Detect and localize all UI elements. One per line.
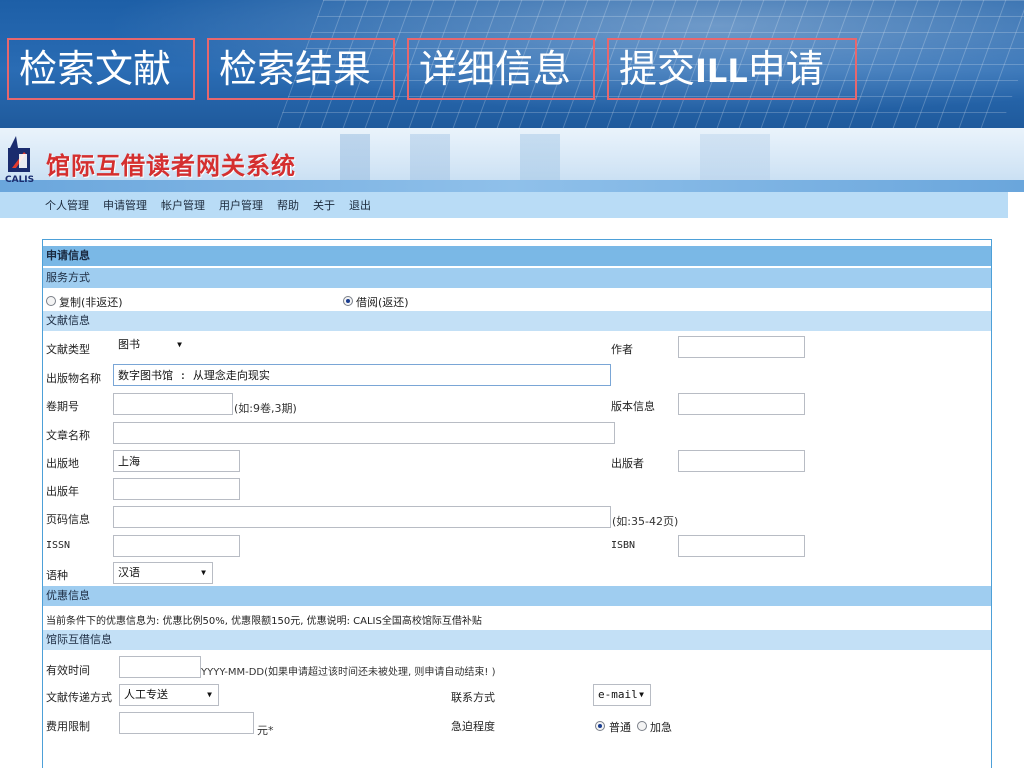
nav-personal[interactable]: 个人管理	[45, 197, 89, 213]
fee-unit: 元*	[257, 724, 274, 737]
edition-label: 版本信息	[611, 400, 655, 413]
fee-label: 费用限制	[46, 720, 90, 733]
place-label: 出版地	[46, 457, 79, 470]
pub-title-label: 出版物名称	[46, 372, 101, 385]
pages-hint: (如:35-42页)	[612, 515, 679, 528]
volume-input[interactable]	[113, 393, 233, 415]
nav-account[interactable]: 帐户管理	[161, 197, 205, 213]
pages-input[interactable]	[113, 506, 611, 528]
radio-copy[interactable]	[46, 296, 56, 306]
issn-input[interactable]	[113, 535, 240, 557]
pages-label: 页码信息	[46, 513, 90, 526]
article-input[interactable]	[113, 422, 615, 444]
section-request-info: 申请信息	[43, 246, 991, 266]
volume-hint: (如:9卷,3期)	[234, 402, 297, 415]
slide-banner: 检索文献 检索结果 详细信息 提交ILL申请	[0, 0, 1024, 128]
year-input[interactable]	[113, 478, 240, 500]
language-select[interactable]: 汉语 ▼	[113, 562, 213, 584]
contact-select[interactable]: e-mail ▼	[593, 684, 651, 706]
nav-requests[interactable]: 申请管理	[103, 197, 147, 213]
section-ill-info: 馆际互借信息	[43, 630, 991, 650]
place-input[interactable]	[113, 450, 240, 472]
radio-loan-label: 借阅(返还)	[356, 296, 409, 309]
chevron-down-icon: ▼	[201, 568, 206, 577]
valid-time-label: 有效时间	[46, 664, 90, 677]
pub-title-input[interactable]	[113, 364, 611, 386]
delivery-select[interactable]: 人工专送 ▼	[119, 684, 219, 706]
chevron-down-icon: ▼	[207, 690, 212, 699]
publisher-label: 出版者	[611, 457, 644, 470]
nav-users[interactable]: 用户管理	[219, 197, 263, 213]
request-form-panel: 申请信息 服务方式 复制(非返还) 借阅(返还) 文献信息 文献类型 图书 ▼ …	[42, 239, 992, 768]
isbn-label: ISBN	[611, 540, 636, 551]
urgency-label: 急迫程度	[451, 720, 495, 733]
valid-time-hint: YYYY-MM-DD(如果申请超过该时间还未被处理, 则申请自动结束! )	[201, 667, 496, 678]
valid-time-input[interactable]	[119, 656, 201, 678]
nav-about[interactable]: 关于	[313, 197, 335, 213]
doc-type-label: 文献类型	[46, 343, 90, 356]
app-title: 馆际互借读者网关系统	[46, 152, 296, 180]
banner-step-results: 检索结果	[207, 38, 395, 100]
contact-label: 联系方式	[451, 691, 495, 704]
fee-input[interactable]	[119, 712, 254, 734]
doc-type-select[interactable]: 图书 ▼	[113, 334, 189, 356]
isbn-input[interactable]	[678, 535, 805, 557]
urgency-urgent-label: 加急	[650, 721, 672, 734]
publisher-input[interactable]	[678, 450, 805, 472]
edition-input[interactable]	[678, 393, 805, 415]
discount-text: 当前条件下的优惠信息为: 优惠比例50%, 优惠限额150元, 优惠说明: CA…	[46, 616, 482, 627]
banner-step-details: 详细信息	[407, 38, 595, 100]
radio-copy-label: 复制(非返还)	[59, 296, 123, 309]
banner-step-submit-ill: 提交ILL申请	[607, 38, 857, 100]
delivery-label: 文献传递方式	[46, 691, 112, 704]
section-service-method: 服务方式	[43, 268, 991, 288]
chevron-down-icon: ▼	[177, 340, 182, 349]
year-label: 出版年	[46, 485, 79, 498]
radio-urgency-urgent[interactable]	[637, 721, 647, 731]
urgency-normal-label: 普通	[609, 721, 631, 734]
language-label: 语种	[46, 569, 68, 582]
volume-label: 卷期号	[46, 400, 79, 413]
article-label: 文章名称	[46, 429, 90, 442]
nav-logout[interactable]: 退出	[349, 197, 371, 213]
section-document-info: 文献信息	[43, 311, 991, 331]
radio-urgency-normal[interactable]	[595, 721, 605, 731]
issn-label: ISSN	[46, 540, 71, 551]
main-nav: 个人管理 申请管理 帐户管理 用户管理 帮助 关于 退出	[0, 192, 1008, 218]
logo-text: CALIS	[5, 175, 35, 185]
author-label: 作者	[611, 343, 633, 356]
radio-loan[interactable]	[343, 296, 353, 306]
nav-help[interactable]: 帮助	[277, 197, 299, 213]
header-bottom-bar	[0, 180, 1024, 192]
banner-step-search: 检索文献	[7, 38, 195, 100]
author-input[interactable]	[678, 336, 805, 358]
section-discount: 优惠信息	[43, 586, 991, 606]
chevron-down-icon: ▼	[639, 690, 644, 699]
